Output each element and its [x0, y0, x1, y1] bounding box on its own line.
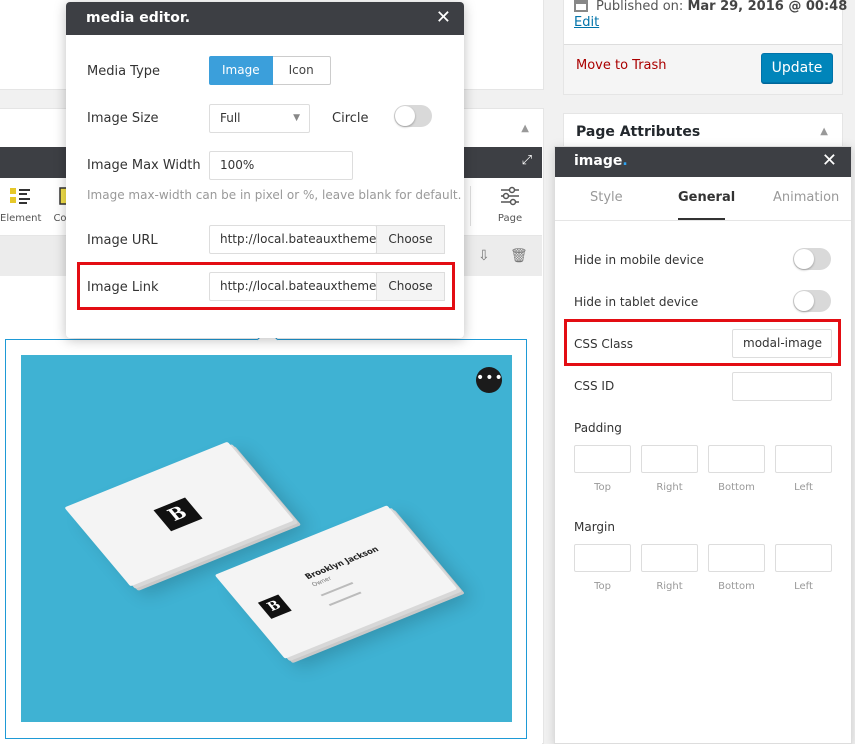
tab-style[interactable]: Style [590, 190, 623, 205]
margin-left-input[interactable] [775, 544, 832, 572]
tool-element[interactable]: Element [0, 186, 42, 224]
move-to-trash-link[interactable]: Move to Trash [576, 58, 667, 73]
margin-bottom-input[interactable] [708, 544, 765, 572]
collapse-arrow-icon[interactable]: ▲ [521, 123, 529, 134]
tab-general[interactable]: General [678, 190, 735, 205]
element-icon [10, 188, 30, 204]
more-options-icon[interactable]: ••• [476, 367, 503, 393]
tab-animation[interactable]: Animation [773, 190, 839, 205]
image-element-frame[interactable]: B B Brooklyn Jackson Owner ••• [5, 339, 527, 739]
modal-title: media editor. [86, 10, 191, 26]
image-url-label: Image URL [87, 233, 158, 248]
tool-label: Co [53, 213, 67, 224]
page-attributes-title: Page Attributes [576, 124, 701, 140]
hide-tablet-toggle[interactable] [793, 290, 831, 312]
download-icon[interactable]: ⇩ [478, 248, 490, 264]
brand-logo: B [153, 497, 203, 532]
preview-image: B B Brooklyn Jackson Owner ••• [21, 355, 512, 722]
close-icon[interactable]: ✕ [822, 150, 837, 171]
margin-label: Margin [574, 520, 615, 534]
publish-actions: Move to Trash Update [564, 44, 842, 94]
circle-toggle[interactable] [394, 105, 432, 127]
collapse-arrow-icon[interactable]: ▲ [820, 126, 828, 137]
css-id-label: CSS ID [574, 379, 615, 393]
margin-top-caption: Top [594, 581, 611, 592]
panel-header: image. ✕ [555, 147, 851, 177]
max-width-input[interactable]: 100% [209, 151, 353, 180]
media-type-toggle: Image Icon [209, 56, 331, 85]
update-button[interactable]: Update [761, 53, 833, 83]
padding-left-input[interactable] [775, 445, 832, 473]
highlight-css-class [564, 319, 841, 366]
published-on: Published on: Mar 29, 2016 @ 00:48 [574, 0, 847, 14]
calendar-icon [574, 0, 588, 12]
card-details [320, 581, 362, 606]
margin-left-caption: Left [794, 581, 813, 592]
trash-icon[interactable]: 🗑 [510, 248, 528, 264]
brand-logo: B [257, 594, 292, 619]
padding-left-caption: Left [794, 482, 813, 493]
media-type-icon[interactable]: Icon [272, 56, 331, 85]
panel-tabs: Style General Animation [555, 177, 851, 221]
published-date: Mar 29, 2016 @ 00:48 [687, 0, 848, 14]
image-size-label: Image Size [87, 111, 159, 126]
highlight-image-link [77, 262, 455, 310]
padding-right-input[interactable] [641, 445, 698, 473]
media-type-image[interactable]: Image [209, 56, 273, 85]
hide-mobile-label: Hide in mobile device [574, 253, 704, 267]
padding-top-input[interactable] [574, 445, 631, 473]
modal-header: media editor. ✕ [66, 2, 464, 35]
margin-right-caption: Right [656, 581, 683, 592]
padding-bottom-caption: Bottom [718, 482, 755, 493]
tool-page[interactable]: Page [490, 186, 530, 224]
image-size-select[interactable]: Full ▼ [209, 104, 310, 133]
image-url-choose-button[interactable]: Choose [376, 225, 445, 254]
chevron-down-icon: ▼ [293, 113, 300, 123]
css-id-input[interactable] [732, 372, 832, 401]
hide-mobile-toggle[interactable] [793, 248, 831, 270]
max-width-help: Image max-width can be in pixel or %, le… [87, 188, 462, 202]
circle-label: Circle [332, 111, 369, 126]
edit-date-link[interactable]: Edit [574, 15, 599, 30]
expand-icon[interactable]: ⤢ [522, 153, 532, 168]
image-size-value: Full [220, 111, 241, 125]
sliders-icon [501, 186, 519, 206]
panel-title-dot: . [622, 153, 628, 169]
image-url-input[interactable]: http://local.bateauxtheme [209, 225, 377, 254]
active-tab-indicator [678, 218, 725, 220]
close-icon[interactable]: ✕ [436, 7, 451, 28]
card-name: Brooklyn Jackson [303, 544, 381, 582]
max-width-label: Image Max Width [87, 158, 201, 173]
padding-label: Padding [574, 421, 622, 435]
panel-title-text: image [574, 153, 623, 169]
margin-top-input[interactable] [574, 544, 631, 572]
padding-right-caption: Right [656, 482, 683, 493]
padding-bottom-input[interactable] [708, 445, 765, 473]
media-type-label: Media Type [87, 64, 161, 79]
panel-title: image. [574, 153, 628, 169]
tool-label: Element [0, 213, 42, 224]
hide-tablet-label: Hide in tablet device [574, 295, 699, 309]
publish-box: Published on: Mar 29, 2016 @ 00:48 Edit … [563, 0, 847, 95]
margin-bottom-caption: Bottom [718, 581, 755, 592]
margin-right-input[interactable] [641, 544, 698, 572]
image-settings-panel: image. ✕ Style General Animation Hide in… [554, 146, 852, 744]
divider [470, 186, 471, 226]
padding-top-caption: Top [594, 482, 611, 493]
published-label: Published on: [596, 0, 684, 14]
tool-label: Page [497, 213, 523, 224]
